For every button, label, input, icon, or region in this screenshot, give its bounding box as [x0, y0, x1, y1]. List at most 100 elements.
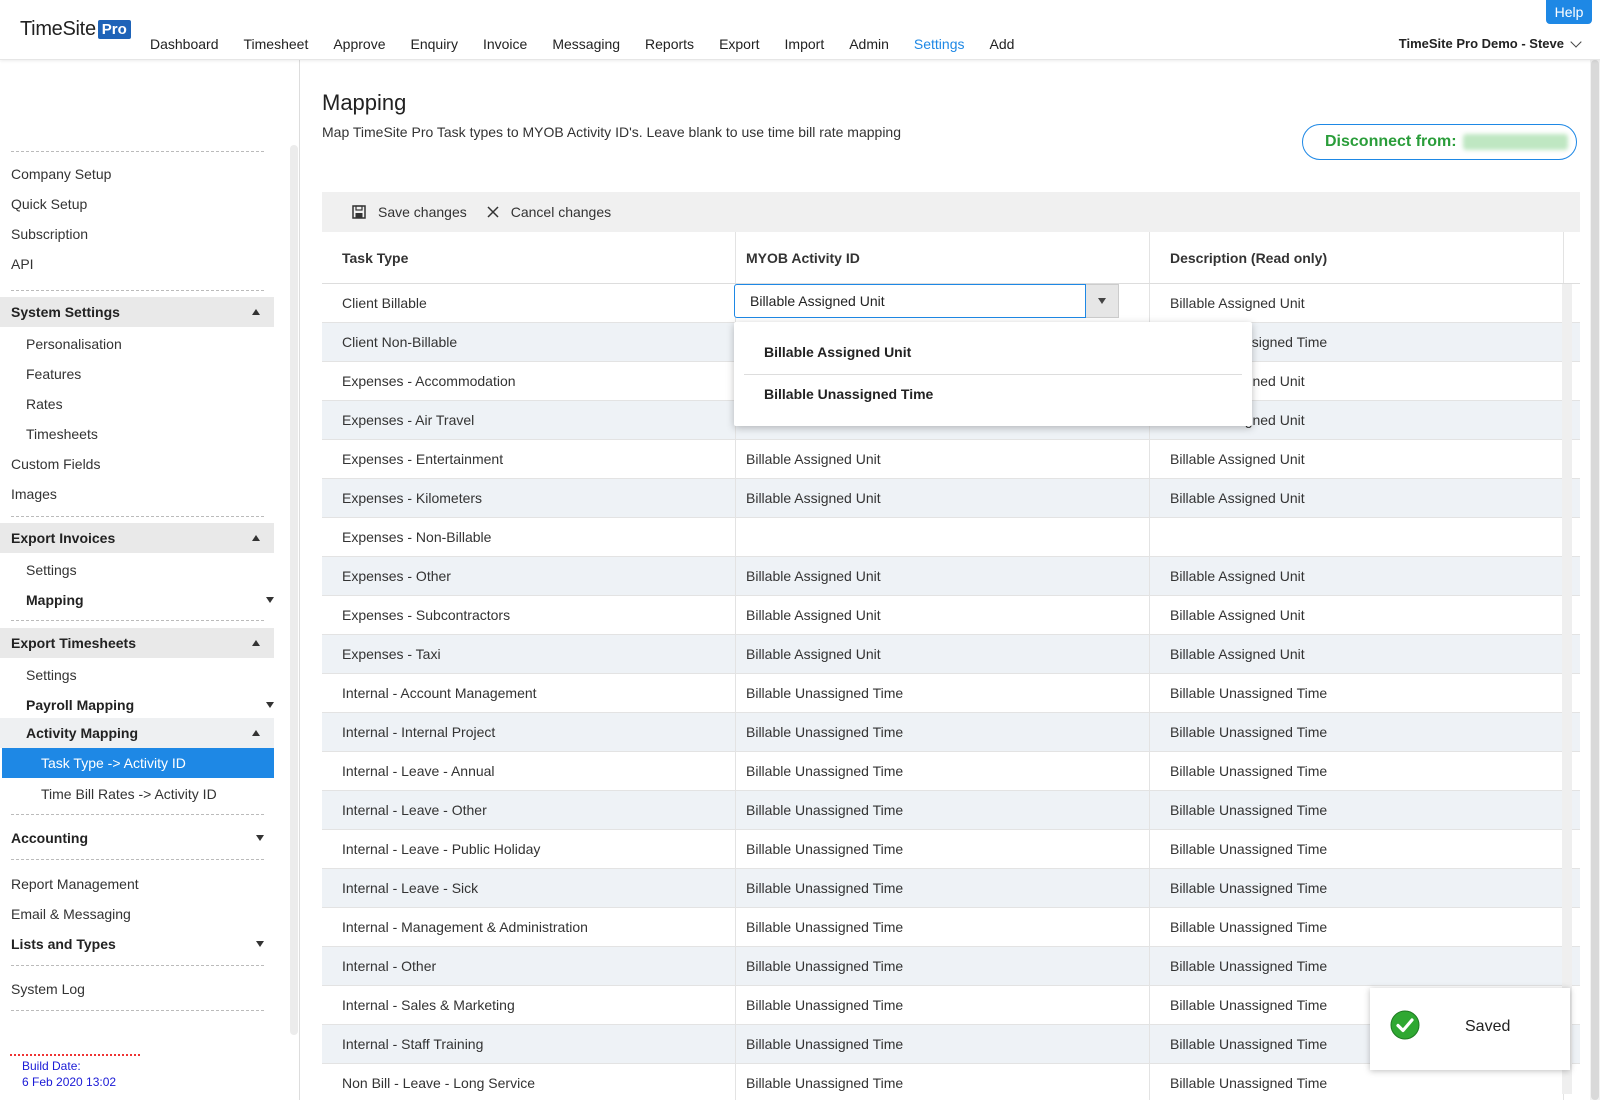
grid-scrollbar[interactable] [1562, 284, 1572, 1094]
sidebar-section-system-settings[interactable]: System Settings [0, 297, 274, 327]
nav-enquiry[interactable]: Enquiry [411, 36, 458, 52]
table-row[interactable]: Internal - Other Billable Unassigned Time… [322, 947, 1580, 986]
sidebar-item-time-bill-rates[interactable]: Time Bill Rates -> Activity ID [41, 786, 217, 802]
sidebar-item-activity-mapping[interactable]: Activity Mapping [0, 718, 274, 748]
nav-invoice[interactable]: Invoice [483, 36, 527, 52]
nav-import[interactable]: Import [785, 36, 825, 52]
cell-activity-id[interactable]: Billable Assigned Unit [736, 479, 1150, 517]
sidebar-item-images[interactable]: Images [11, 486, 57, 502]
sidebar-item-invoice-settings[interactable]: Settings [26, 562, 77, 578]
page-scrollbar-thumb[interactable] [1591, 60, 1599, 1100]
table-row[interactable]: Internal - Leave - Other Billable Unassig… [322, 791, 1580, 830]
nav-approve[interactable]: Approve [333, 36, 385, 52]
cell-activity-id[interactable]: Billable Unassigned Time [736, 713, 1150, 751]
cell-activity-id[interactable]: Billable Unassigned Time [736, 830, 1150, 868]
cell-activity-id[interactable]: Billable Unassigned Time [736, 869, 1150, 907]
cell-activity-id[interactable]: Billable Unassigned Time [736, 986, 1150, 1024]
sidebar-item-accounting[interactable]: Accounting [11, 830, 264, 846]
sidebar-item-invoice-mapping[interactable]: Mapping [26, 592, 274, 608]
activity-id-input[interactable]: Billable Assigned Unit [734, 284, 1086, 318]
sidebar-item-system-log[interactable]: System Log [11, 981, 85, 997]
cell-activity-id[interactable]: Billable Unassigned Time [736, 752, 1150, 790]
dropdown-option-billable-unassigned-time[interactable]: Billable Unassigned Time [764, 386, 933, 402]
cell-activity-id[interactable]: Billable Unassigned Time [736, 1064, 1150, 1100]
table-row[interactable]: Internal - Account Management Billable Un… [322, 674, 1580, 713]
sidebar-divider [11, 814, 264, 815]
main-nav: Dashboard Timesheet Approve Enquiry Invo… [150, 36, 1039, 52]
nav-reports[interactable]: Reports [645, 36, 694, 52]
sidebar-item-features[interactable]: Features [26, 366, 81, 382]
cell-description: Billable Assigned Unit [1150, 440, 1564, 478]
activity-id-combobox[interactable]: Billable Assigned Unit [734, 284, 1119, 318]
cell-activity-id[interactable]: Billable Assigned Unit [736, 635, 1150, 673]
sidebar-item-quick-setup[interactable]: Quick Setup [11, 196, 87, 212]
sidebar-item-rates[interactable]: Rates [26, 396, 63, 412]
nav-admin[interactable]: Admin [849, 36, 889, 52]
sidebar-item-api[interactable]: API [11, 256, 34, 272]
sidebar-section-export-invoices[interactable]: Export Invoices [0, 523, 274, 553]
nav-messaging[interactable]: Messaging [552, 36, 620, 52]
disconnect-button[interactable]: Disconnect from: [1302, 124, 1577, 160]
cell-task-type: Client Non-Billable [322, 323, 736, 361]
app-logo[interactable]: TimeSite Pro [20, 18, 131, 41]
sidebar-section-export-timesheets[interactable]: Export Timesheets [0, 628, 274, 658]
sidebar-item-company-setup[interactable]: Company Setup [11, 166, 111, 182]
sidebar-item-task-type-activity-id[interactable]: Task Type -> Activity ID [2, 748, 274, 778]
dropdown-option-billable-assigned-unit[interactable]: Billable Assigned Unit [764, 344, 911, 360]
cell-activity-id[interactable] [736, 518, 1150, 556]
nav-export[interactable]: Export [719, 36, 759, 52]
sidebar-item-lists-types[interactable]: Lists and Types [11, 936, 264, 952]
sidebar-item-timesheets[interactable]: Timesheets [26, 426, 98, 442]
cell-activity-id[interactable]: Billable Unassigned Time [736, 791, 1150, 829]
nav-dashboard[interactable]: Dashboard [150, 36, 219, 52]
sidebar-item-timesheet-settings[interactable]: Settings [26, 667, 77, 683]
table-row[interactable]: Expenses - Kilometers Billable Assigned U… [322, 479, 1580, 518]
sidebar-item-custom-fields[interactable]: Custom Fields [11, 456, 100, 472]
sidebar-item-personalisation[interactable]: Personalisation [26, 336, 122, 352]
sidebar-divider [11, 151, 264, 152]
cancel-changes-button[interactable]: Cancel changes [487, 204, 611, 220]
table-row[interactable]: Internal - Leave - Public Holiday Billabl… [322, 830, 1580, 869]
nav-timesheet[interactable]: Timesheet [244, 36, 309, 52]
table-row[interactable]: Internal - Internal Project Billable Unas… [322, 713, 1580, 752]
cell-activity-id[interactable]: Billable Assigned Unit [736, 557, 1150, 595]
item-label: Activity Mapping [26, 725, 139, 741]
table-row[interactable]: Expenses - Subcontractors Billable Assign… [322, 596, 1580, 635]
table-row[interactable]: Expenses - Non-Billable [322, 518, 1580, 557]
sidebar-item-payroll-mapping[interactable]: Payroll Mapping [26, 697, 274, 713]
build-label: Build Date: [22, 1059, 81, 1073]
sidebar-scrollbar[interactable] [290, 145, 298, 1035]
table-row[interactable]: Internal - Management & Administration Bi… [322, 908, 1580, 947]
help-button[interactable]: Help [1546, 0, 1592, 24]
sidebar-item-subscription[interactable]: Subscription [11, 226, 88, 242]
sidebar-item-email-messaging[interactable]: Email & Messaging [11, 906, 131, 922]
table-row[interactable]: Expenses - Entertainment Billable Assigne… [322, 440, 1580, 479]
column-header-description[interactable]: Description (Read only) [1150, 232, 1564, 283]
cell-activity-id[interactable]: Billable Assigned Unit [736, 596, 1150, 634]
caret-down-icon [256, 941, 264, 947]
cell-task-type: Expenses - Entertainment [322, 440, 736, 478]
caret-down-icon [266, 702, 274, 708]
cell-task-type: Internal - Leave - Public Holiday [322, 830, 736, 868]
sidebar-divider [11, 1010, 264, 1011]
column-header-activity-id[interactable]: MYOB Activity ID [736, 232, 1150, 283]
top-navigation-bar: TimeSite Pro Dashboard Timesheet Approve… [0, 0, 1600, 60]
nav-settings[interactable]: Settings [914, 36, 965, 52]
table-row[interactable]: Internal - Leave - Sick Billable Unassign… [322, 869, 1580, 908]
user-menu[interactable]: TimeSite Pro Demo - Steve [1399, 35, 1582, 51]
chevron-down-icon [1570, 35, 1582, 48]
cell-description: Billable Unassigned Time [1150, 674, 1564, 712]
cell-activity-id[interactable]: Billable Unassigned Time [736, 1025, 1150, 1063]
cell-activity-id[interactable]: Billable Unassigned Time [736, 947, 1150, 985]
table-row[interactable]: Expenses - Taxi Billable Assigned Unit Bil… [322, 635, 1580, 674]
cell-activity-id[interactable]: Billable Assigned Unit [736, 440, 1150, 478]
save-changes-button[interactable]: Save changes [352, 204, 467, 220]
column-header-task-type[interactable]: Task Type [322, 232, 736, 283]
nav-add[interactable]: Add [990, 36, 1015, 52]
sidebar-item-report-management[interactable]: Report Management [11, 876, 139, 892]
cell-activity-id[interactable]: Billable Unassigned Time [736, 908, 1150, 946]
cell-activity-id[interactable]: Billable Unassigned Time [736, 674, 1150, 712]
table-row[interactable]: Internal - Leave - Annual Billable Unassi… [322, 752, 1580, 791]
table-row[interactable]: Expenses - Other Billable Assigned Unit Bi… [322, 557, 1580, 596]
dropdown-toggle-button[interactable] [1086, 284, 1119, 318]
